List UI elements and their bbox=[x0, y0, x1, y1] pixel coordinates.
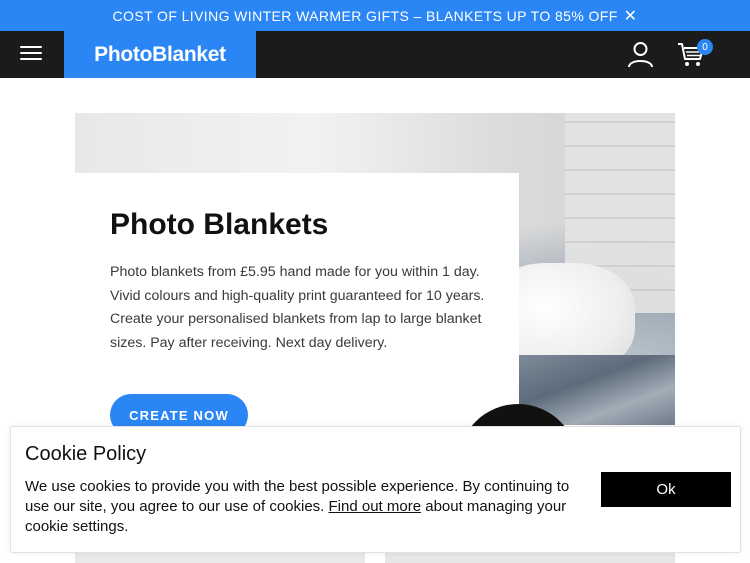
cookie-text: We use cookies to provide you with the b… bbox=[25, 477, 595, 537]
cookie-banner: Cookie Policy We use cookies to provide … bbox=[10, 426, 741, 553]
cookie-title: Cookie Policy bbox=[25, 443, 147, 465]
site-logo[interactable]: PhotoBlanket bbox=[64, 31, 256, 78]
menu-icon[interactable] bbox=[20, 46, 42, 64]
cookie-ok-button[interactable]: Ok bbox=[601, 472, 731, 507]
hero-title: Photo Blankets bbox=[110, 208, 329, 241]
cart-count-badge: 0 bbox=[697, 39, 713, 55]
user-icon[interactable] bbox=[627, 41, 654, 68]
promo-text: COST OF LIVING WINTER WARMER GIFTS – BLA… bbox=[112, 7, 618, 24]
close-icon[interactable]: ✕ bbox=[624, 6, 638, 26]
promo-banner: COST OF LIVING WINTER WARMER GIFTS – BLA… bbox=[0, 0, 750, 31]
site-header: PhotoBlanket bbox=[0, 31, 750, 78]
find-out-more-link[interactable]: Find out more bbox=[329, 498, 422, 515]
hero-description: Photo blankets from £5.95 hand made for … bbox=[110, 264, 485, 352]
